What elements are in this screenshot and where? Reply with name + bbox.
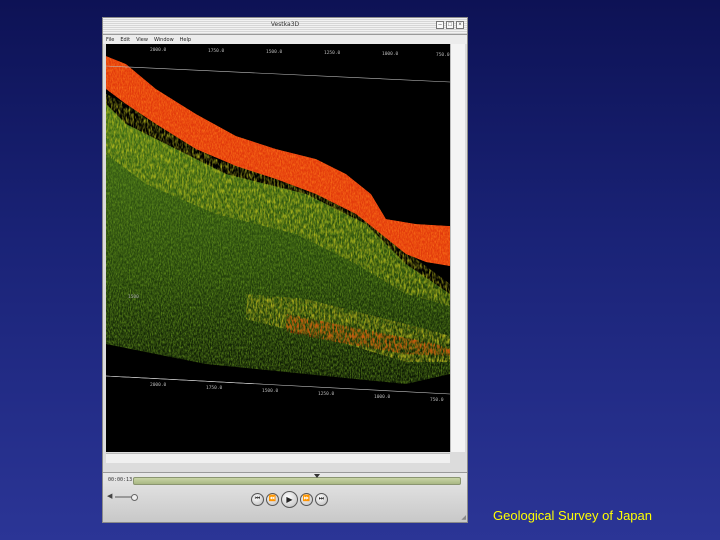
- menu-view[interactable]: View: [136, 37, 148, 43]
- timecode-display: 00:00:13: [108, 477, 133, 483]
- slide-caption: Geological Survey of Japan: [493, 508, 652, 523]
- top-tick-label: 2000.0: [150, 47, 167, 53]
- window-title: Vestka3D: [270, 21, 300, 28]
- play-button[interactable]: ▶: [281, 491, 298, 508]
- top-tick-label: 750.0: [436, 52, 450, 58]
- vertical-scrollbar[interactable]: [450, 44, 465, 452]
- below-section: [106, 384, 450, 452]
- bottom-tick-label: 1000.0: [374, 394, 391, 400]
- bottom-tick-label: 1750.0: [206, 385, 223, 391]
- maximize-button[interactable]: □: [446, 21, 454, 29]
- menu-window[interactable]: Window: [154, 37, 174, 43]
- minimize-button[interactable]: –: [436, 21, 444, 29]
- resize-grip-icon[interactable]: ◢: [461, 514, 466, 521]
- bottom-tick-label: 750.0: [430, 397, 444, 403]
- volume-knob[interactable]: [131, 493, 139, 501]
- bottom-tick-label: 1250.0: [318, 391, 335, 397]
- menu-edit[interactable]: Edit: [120, 37, 130, 43]
- top-tick-label: 1250.0: [324, 50, 341, 56]
- go-to-start-button[interactable]: ⏮: [251, 493, 264, 506]
- quicktime-window: Vestka3D – □ × File Edit View Window Hel…: [102, 17, 468, 523]
- step-forward-button[interactable]: ⏩: [300, 493, 313, 506]
- timeline-track[interactable]: [133, 474, 461, 485]
- window-titlebar[interactable]: Vestka3D – □ ×: [103, 18, 467, 35]
- top-tick-label: 1500.0: [266, 49, 283, 55]
- volume-slider[interactable]: [115, 493, 139, 501]
- seismic-video-frame[interactable]: 2000.0 1750.0 1500.0 1250.0 1000.0 750.0…: [106, 44, 450, 452]
- playhead-marker[interactable]: [313, 474, 320, 478]
- step-back-button[interactable]: ⏪: [266, 493, 279, 506]
- go-to-end-button[interactable]: ⏭: [315, 493, 328, 506]
- player-controls: 00:00:13 ◀ ⏮ ⏪ ▶ ⏩ ⏭ ◢: [103, 472, 467, 522]
- volume-control: ◀: [107, 493, 139, 501]
- bottom-tick-label: 2000.0: [150, 382, 167, 388]
- bottom-tick-label: 1500.0: [262, 388, 279, 394]
- transport-controls: ⏮ ⏪ ▶ ⏩ ⏭: [251, 491, 328, 508]
- depth-label: 1500: [128, 294, 139, 300]
- seismic-section-image: 2000.0 1750.0 1500.0 1250.0 1000.0 750.0…: [106, 44, 450, 452]
- top-tick-label: 1000.0: [382, 51, 399, 57]
- top-tick-label: 1750.0: [208, 48, 225, 54]
- speaker-icon: ◀: [107, 493, 113, 500]
- menu-bar: File Edit View Window Help: [103, 35, 467, 44]
- close-button[interactable]: ×: [456, 21, 464, 29]
- menu-help[interactable]: Help: [180, 37, 191, 43]
- window-controls: – □ ×: [436, 21, 464, 29]
- horizontal-scrollbar[interactable]: [106, 453, 450, 463]
- menu-file[interactable]: File: [106, 37, 114, 43]
